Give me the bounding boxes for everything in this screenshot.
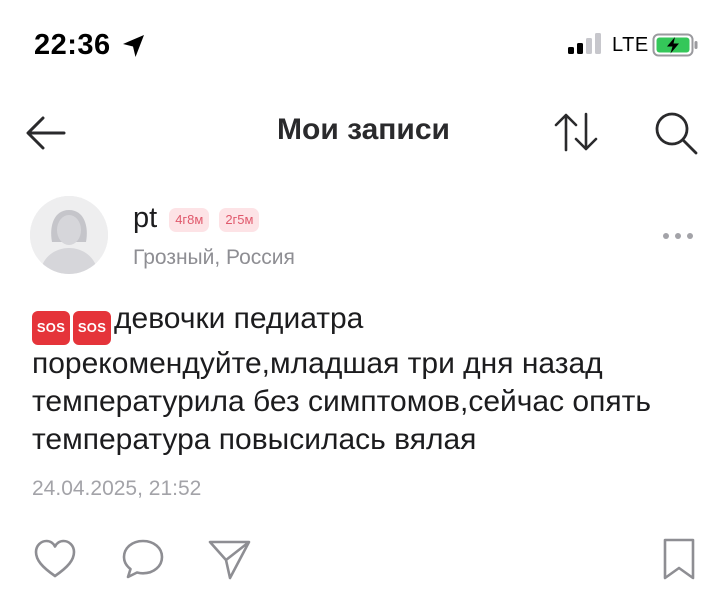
share-icon[interactable] xyxy=(206,536,252,582)
comment-icon[interactable] xyxy=(120,536,166,582)
child-age-badge: 2г5м xyxy=(219,208,260,232)
sos-emoji-icon: SOS xyxy=(32,311,70,345)
page-title: Мои записи xyxy=(277,113,450,146)
post-card: pt 4г8м 2г5м Грозный, Россия SOS SOS девоч… xyxy=(0,190,727,600)
status-bar: 22:36 LTE xyxy=(0,0,727,90)
battery-charging-icon xyxy=(652,33,700,57)
like-icon[interactable] xyxy=(32,536,78,582)
post-text-content: девочки педиатра порекомендуйте,младшая … xyxy=(32,302,651,456)
child-age-badge: 4г8м xyxy=(169,208,210,232)
post-actions xyxy=(0,536,727,586)
avatar[interactable] xyxy=(30,196,108,274)
author-location: Грозный, Россия xyxy=(133,246,295,269)
nav-header: Мои записи xyxy=(0,100,727,160)
more-options-icon[interactable] xyxy=(660,228,696,244)
post-date: 24.04.2025, 21:52 xyxy=(32,477,202,500)
network-label: LTE xyxy=(612,34,649,56)
sos-emoji-icon: SOS xyxy=(73,311,111,345)
author-row: pt 4г8м 2г5м xyxy=(133,198,269,238)
signal-icon xyxy=(567,33,607,55)
sort-icon[interactable] xyxy=(553,110,599,154)
author-name[interactable]: pt xyxy=(133,201,157,235)
status-time: 22:36 xyxy=(34,29,111,61)
search-icon[interactable] xyxy=(653,110,699,156)
post-text: SOS SOS девочки педиатра порекомендуйте,мл… xyxy=(32,300,712,459)
bookmark-icon[interactable] xyxy=(656,536,702,582)
location-arrow-icon xyxy=(119,31,149,61)
